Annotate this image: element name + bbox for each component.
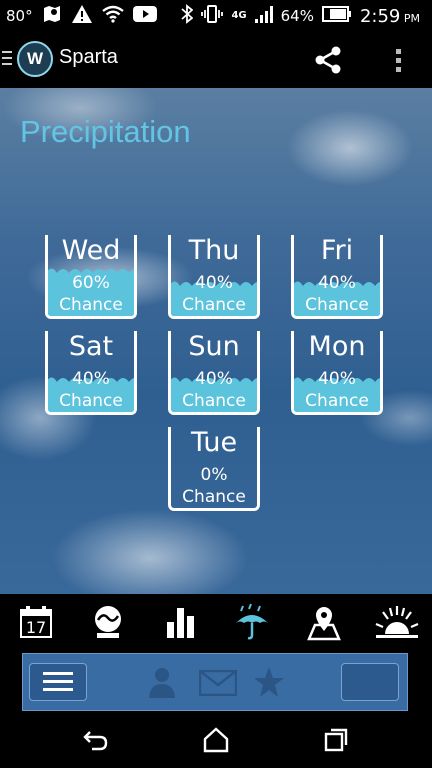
calendar-icon: 17 <box>20 606 52 638</box>
chance-label: Chance <box>305 391 369 411</box>
network-icon: 4G <box>231 10 247 21</box>
chance-label: Chance <box>305 295 369 315</box>
vibrate-icon <box>201 4 224 28</box>
forecast-day: Sun <box>188 331 240 362</box>
precipitation-chance: 40% <box>318 369 356 389</box>
clock-ampm: PM <box>403 11 420 25</box>
chance-label: Chance <box>59 391 123 411</box>
umbrella-rain-icon <box>236 603 268 640</box>
precipitation-chance: 40% <box>195 369 233 389</box>
chance-label: Chance <box>59 295 123 315</box>
forecast-day: Thu <box>188 235 240 266</box>
precipitation-chance: 40% <box>195 273 233 293</box>
precipitation-chance: 40% <box>72 369 110 389</box>
chance-label: Chance <box>182 487 246 507</box>
home-icon[interactable] <box>202 726 230 754</box>
forecast-day: Mon <box>308 331 366 362</box>
page-title: Precipitation <box>20 114 191 149</box>
forecast-card[interactable]: Tue 0% Chance <box>168 427 260 511</box>
share-icon[interactable] <box>312 44 344 76</box>
signal-icon <box>254 5 273 27</box>
forecast-card[interactable]: Mon 40% Chance <box>291 331 383 415</box>
person-icon <box>147 666 177 698</box>
chance-label: Chance <box>182 391 246 411</box>
youtube-icon <box>132 5 157 27</box>
temperature-indicator: 80° <box>6 7 33 25</box>
forecast-card[interactable]: Fri 40% Chance <box>291 235 383 319</box>
hamburger-icon <box>43 672 73 691</box>
tab-daily-calendar[interactable]: 17 <box>16 602 56 642</box>
warning-icon <box>71 4 93 28</box>
back-icon[interactable] <box>82 726 110 754</box>
star-icon <box>253 666 285 698</box>
app-bar: W Sparta <box>0 32 432 88</box>
crystal-ball-icon <box>95 606 121 638</box>
mail-icon <box>198 669 238 697</box>
tab-radar[interactable] <box>88 602 128 642</box>
clock: 2:59 PM <box>360 6 420 27</box>
forecast-card[interactable]: Thu 40% Chance <box>168 235 260 319</box>
drawer-menu-icon[interactable] <box>2 51 12 69</box>
sunrise-icon <box>375 606 419 638</box>
tab-map[interactable] <box>304 602 344 642</box>
bar-chart-icon <box>167 608 194 638</box>
precipitation-chance: 0% <box>200 465 228 485</box>
overflow-menu-icon[interactable] <box>388 44 408 76</box>
forecast-card[interactable]: Wed 60% Chance <box>45 235 137 319</box>
app-logo[interactable]: W <box>17 41 53 77</box>
forecast-day: Wed <box>61 235 121 266</box>
location-title: Sparta <box>59 46 118 68</box>
app-logo-text: W <box>26 49 44 68</box>
tab-charts[interactable] <box>160 602 200 642</box>
ad-placeholder-box <box>341 663 399 701</box>
battery-percent: 64% <box>280 7 314 25</box>
clock-time: 2:59 <box>359 5 401 27</box>
forecast-card[interactable]: Sat 40% Chance <box>45 331 137 415</box>
wifi-icon <box>101 5 124 27</box>
ad-menu-button[interactable] <box>29 663 87 701</box>
tab-sun[interactable] <box>374 602 420 642</box>
map-notification-icon <box>42 4 62 28</box>
ad-banner[interactable] <box>22 653 408 711</box>
recent-apps-icon[interactable] <box>322 726 350 754</box>
bottom-tab-bar: 17 <box>0 594 432 652</box>
forecast-card[interactable]: Sun 40% Chance <box>168 331 260 415</box>
precipitation-chance: 40% <box>318 273 356 293</box>
tab-precipitation[interactable] <box>232 602 272 642</box>
forecast-day: Fri <box>320 235 354 266</box>
forecast-day: Tue <box>190 427 238 458</box>
bluetooth-icon <box>181 4 194 28</box>
map-pin-icon <box>307 607 341 641</box>
chance-label: Chance <box>182 295 246 315</box>
forecast-day: Sat <box>68 331 114 362</box>
system-nav-bar <box>0 712 432 768</box>
calendar-day: 17 <box>26 618 46 637</box>
status-bar: 80° 4G 64% 2:59 PM <box>0 0 432 32</box>
precipitation-panel: Precipitation Wed 60% Chance Thu 40% Chance Fr… <box>0 88 432 594</box>
precipitation-chance: 60% <box>72 273 110 293</box>
battery-icon <box>321 6 352 26</box>
